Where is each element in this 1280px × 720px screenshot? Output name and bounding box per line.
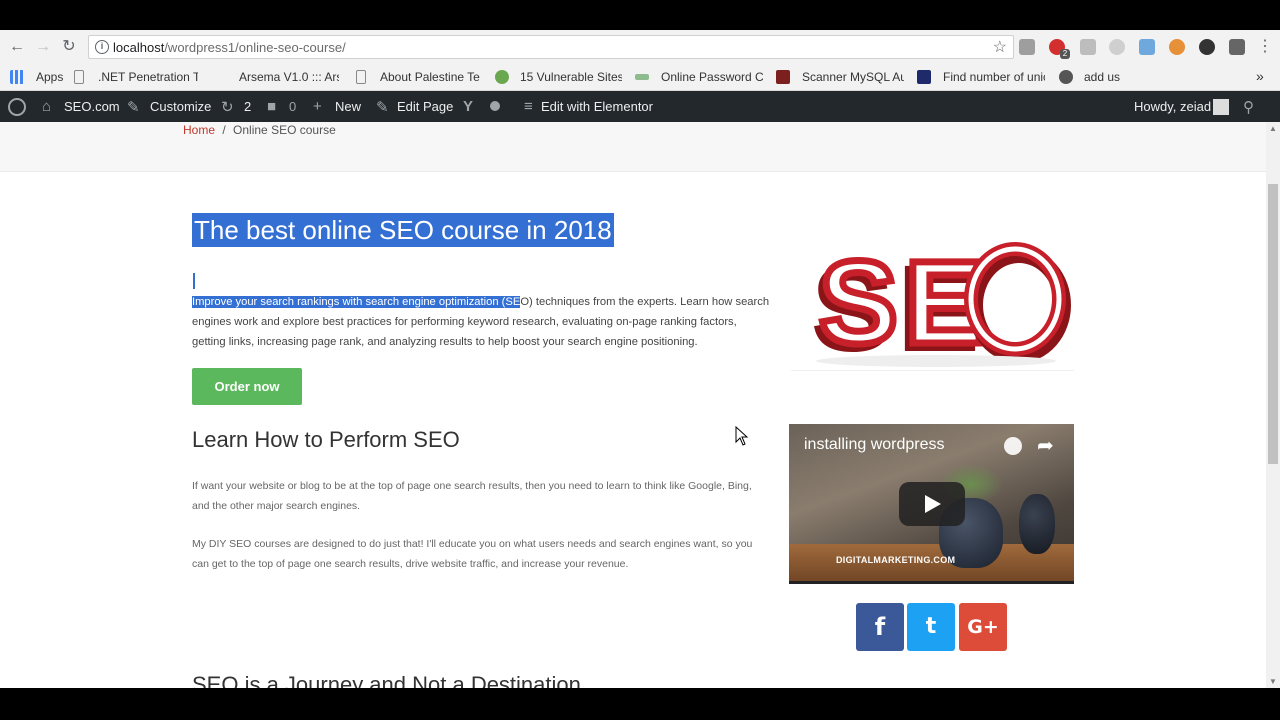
extension-tc-icon[interactable] <box>1019 39 1035 55</box>
watch-later-clock-icon[interactable] <box>1004 437 1022 455</box>
video-play-button[interactable] <box>899 482 965 526</box>
url-text: localhost/wordpress1/online-seo-course/ <box>113 40 346 55</box>
seo-logo-s: S <box>819 237 898 369</box>
scrollbar-thumb[interactable] <box>1268 184 1278 464</box>
bookmark-add-us[interactable]: add us <box>1084 70 1120 84</box>
avatar[interactable] <box>1213 99 1229 115</box>
twitter-share-button[interactable]: t <box>907 603 955 651</box>
breadcrumb: Home / Online SEO course <box>183 123 336 137</box>
address-bar[interactable]: i localhost/wordpress1/online-seo-course… <box>88 35 1014 59</box>
edit-with-elementor-link[interactable]: Edit with Elementor <box>541 99 653 114</box>
breadcrumb-home[interactable]: Home <box>183 123 215 137</box>
yoast-icon[interactable]: Y <box>463 98 473 115</box>
page-icon <box>74 70 84 84</box>
browser-window: ← → ↻ i localhost/wordpress1/online-seo-… <box>0 30 1280 688</box>
bookmark-scanner-mysql[interactable]: Scanner MySQL Aux <box>802 70 904 84</box>
breadcrumb-separator: / <box>222 123 226 137</box>
forward-icon[interactable]: → <box>34 38 52 56</box>
search-icon[interactable]: ⚲ <box>1243 98 1254 116</box>
video-brand-watermark: DIGITALMARKETING.COM <box>836 555 956 565</box>
scroll-up-arrow-icon[interactable]: ▲ <box>1269 124 1277 133</box>
seo-status-dot-icon <box>490 101 500 111</box>
updates-count[interactable]: 2 <box>244 99 251 114</box>
share-arrow-icon[interactable]: ➦ <box>1037 433 1054 458</box>
google-plus-share-button[interactable]: G+ <box>959 603 1007 651</box>
browser-toolbar: ← → ↻ i localhost/wordpress1/online-seo-… <box>0 30 1280 64</box>
bookmarks-overflow-icon[interactable]: » <box>1256 68 1264 84</box>
bookmark-arsema[interactable]: Arsema V1.0 ::: Arse <box>239 70 339 84</box>
video-title[interactable]: installing wordpress <box>804 436 945 454</box>
seo-logo-reflection <box>816 355 1056 367</box>
order-now-button[interactable]: Order now <box>192 368 302 405</box>
comments-count[interactable]: 0 <box>289 99 296 114</box>
site-name-link[interactable]: SEO.com <box>64 99 120 114</box>
updates-icon: ↻ <box>221 99 234 116</box>
elementor-icon: ≡ <box>524 98 533 115</box>
page-scrollbar[interactable]: ▲ ▼ <box>1266 122 1280 688</box>
text-caret <box>193 273 195 289</box>
brush-icon: ✎ <box>127 99 140 116</box>
wordpress-logo-icon[interactable] <box>8 98 26 116</box>
body-paragraph-2: My DIY SEO courses are designed to do ju… <box>192 538 753 570</box>
scanner-site-icon <box>776 70 790 84</box>
extension-badge: 2 <box>1060 49 1070 59</box>
pencil-icon: ✎ <box>376 99 389 116</box>
seo-logo-o-highlight <box>968 246 1062 352</box>
extension-dark-icon[interactable] <box>1229 39 1245 55</box>
page-icon <box>356 70 366 84</box>
body-paragraph-1: If want your website or blog to be at th… <box>192 480 752 512</box>
back-icon[interactable]: ← <box>8 38 26 56</box>
intro-paragraph: Improve your search rankings with search… <box>192 292 772 352</box>
plus-icon: + <box>313 98 322 115</box>
customize-link[interactable]: Customize <box>150 99 211 114</box>
new-link[interactable]: New <box>335 99 361 114</box>
section-heading-learn: Learn How to Perform SEO <box>192 427 460 452</box>
bookmark-apps[interactable]: Apps <box>36 70 63 84</box>
info-icon[interactable]: i <box>95 40 109 54</box>
home-icon: ⌂ <box>42 98 52 115</box>
extension-k-icon[interactable] <box>1199 39 1215 55</box>
seo-logo-image: S S E E <box>791 213 1074 371</box>
intro-selected-text: Improve your search rankings with search… <box>192 296 521 308</box>
mouse-cursor-icon <box>735 426 749 446</box>
bookmark-find-number[interactable]: Find number of unic <box>943 70 1045 84</box>
bookmark-online-password[interactable]: Online Password Cr <box>661 70 763 84</box>
section-heading-journey: SEO is a Journey and Not a Destination <box>192 672 581 688</box>
apps-grid-icon <box>10 70 24 84</box>
check-icon <box>495 70 509 84</box>
find-site-icon <box>917 70 931 84</box>
password-site-icon <box>635 74 649 80</box>
scroll-down-arrow-icon[interactable]: ▼ <box>1269 677 1277 686</box>
bookmarks-bar: Apps .NET Penetration Te Arsema V1.0 :::… <box>0 64 1280 91</box>
page-title: The best online SEO course in 2018 <box>192 213 614 247</box>
extension-globe-icon[interactable] <box>1109 39 1125 55</box>
bookmark-about-palestine[interactable]: About Palestine Tec <box>380 70 480 84</box>
url-host: localhost <box>113 40 165 55</box>
bookmark-star-icon[interactable]: ☆ <box>993 37 1007 57</box>
extension-grey-icon[interactable] <box>1080 39 1096 55</box>
facebook-share-button[interactable]: f <box>856 603 904 651</box>
howdy-user[interactable]: Howdy, zeiad <box>1134 99 1211 114</box>
reload-icon[interactable]: ↻ <box>60 38 78 56</box>
youtube-video-embed[interactable]: installing wordpress ➦ DIGITALMARKETING.… <box>789 424 1074 584</box>
video-plant-pot-2 <box>1019 494 1055 554</box>
bookmark-net-penetration[interactable]: .NET Penetration Te <box>98 70 198 84</box>
menu-icon[interactable]: ⋮ <box>1256 38 1274 56</box>
extension-cookie-icon[interactable] <box>1169 39 1185 55</box>
wp-admin-bar: ⌂ SEO.com ✎ Customize ↻ 2 ■ 0 + New ✎ Ed… <box>0 91 1280 122</box>
add-us-icon <box>1059 70 1073 84</box>
url-path: /wordpress1/online-seo-course/ <box>164 40 346 55</box>
bookmark-vulnerable-sites[interactable]: 15 Vulnerable Sites <box>520 70 622 84</box>
breadcrumb-current: Online SEO course <box>233 123 336 137</box>
comments-icon: ■ <box>267 98 277 115</box>
extension-puzzle-icon[interactable] <box>1139 39 1155 55</box>
edit-page-link[interactable]: Edit Page <box>397 99 453 114</box>
